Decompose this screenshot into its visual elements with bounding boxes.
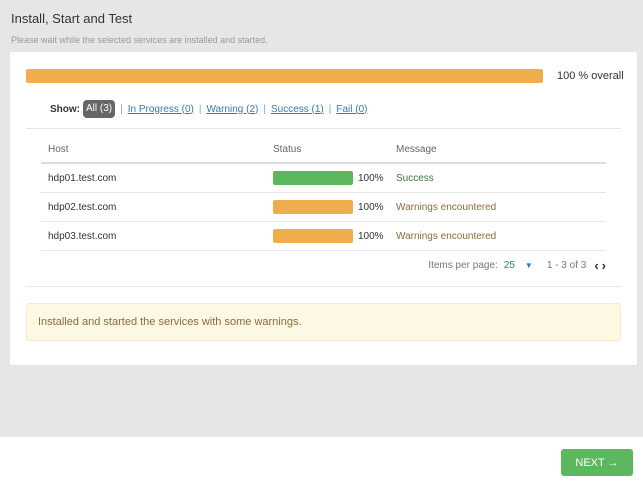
host-name: hdp02.test.com [48,202,117,213]
items-per-page-label: Items per page: [428,259,498,271]
host-progress-label: 100% [358,202,384,213]
filter-all[interactable]: All (3) [83,100,116,118]
wizard-footer: NEXT → [0,437,643,484]
overall-progress: 100 % overall [26,68,624,84]
overall-progress-bar [26,69,543,83]
page-subtitle: Please wait while the selected services … [11,35,268,45]
next-button[interactable]: NEXT → [561,449,633,476]
chevron-left-icon[interactable]: ‹ [594,258,598,273]
filter-separator: | [263,103,266,115]
host-name: hdp03.test.com [48,231,117,242]
host-progress-bar [273,171,353,185]
host-progress-label: 100% [358,173,384,184]
overall-progress-fill [26,69,543,83]
filter-in-progress[interactable]: In Progress (0) [128,104,194,115]
column-header-message: Message [396,144,437,155]
items-per-page-select[interactable]: 25 [504,260,515,271]
overall-progress-label: 100 % overall [557,70,624,82]
host-progress-bar [273,200,353,214]
page-range: 1 - 3 of 3 [546,259,587,271]
table-row: hdp01.test.com 100% Success [41,164,606,193]
pagination: Items per page: 25 ▼ 1 - 3 of 3 ‹ › [428,258,606,273]
chevron-down-icon[interactable]: ▼ [525,261,533,270]
host-message-link[interactable]: Success [396,173,434,184]
hosts-table: Host Status Message hdp01.test.com 100% … [41,140,606,273]
divider [26,286,621,287]
warning-alert: Installed and started the services with … [26,303,621,341]
install-panel: 100 % overall Show: All (3) | In Progres… [10,52,637,365]
table-row: hdp03.test.com 100% Warnings encountered [41,222,606,251]
host-progress-fill [273,229,353,243]
filter-warning[interactable]: Warning (2) [206,104,258,115]
filter-label: Show: [50,103,80,115]
filter-success[interactable]: Success (1) [271,104,324,115]
filter-separator: | [120,103,123,115]
host-progress-fill [273,200,353,214]
host-name: hdp01.test.com [48,173,117,184]
filter-separator: | [198,103,202,115]
column-header-host: Host [48,144,69,155]
page-title: Install, Start and Test [11,11,133,26]
host-progress-fill [273,171,353,185]
filter-fail[interactable]: Fail (0) [336,104,367,115]
chevron-right-icon[interactable]: › [602,258,606,273]
table-row: hdp02.test.com 100% Warnings encountered [41,193,606,222]
page-header: Install, Start and Test Please wait whil… [11,11,268,45]
host-message-link[interactable]: Warnings encountered [396,202,496,213]
table-header: Host Status Message [41,140,606,164]
host-message-link[interactable]: Warnings encountered [396,231,496,242]
host-progress-label: 100% [358,231,384,242]
filter-separator: | [328,103,332,115]
status-filter: Show: All (3) | In Progress (0) | Warnin… [50,100,368,118]
divider [26,128,621,129]
column-header-status: Status [273,144,302,155]
host-progress-bar [273,229,353,243]
